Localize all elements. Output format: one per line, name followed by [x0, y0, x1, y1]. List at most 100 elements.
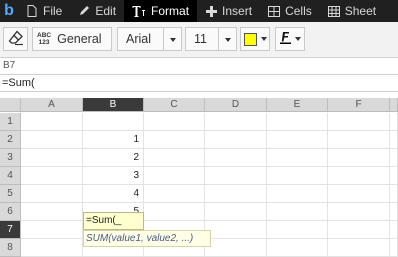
clear-format-button[interactable] [3, 27, 28, 51]
chevron-down-icon [294, 37, 301, 41]
cell-reference[interactable]: B7 [0, 58, 398, 74]
menu-bar: b File Edit Format Insert Cells Sheet [0, 0, 398, 22]
column-header-g[interactable] [390, 98, 398, 112]
grid-cell[interactable]: 3 [83, 167, 144, 185]
grid-cell[interactable] [390, 113, 398, 131]
cell-editor[interactable]: =Sum(_ [83, 212, 144, 230]
tab-insert[interactable]: Insert [197, 0, 260, 22]
font-color-button[interactable] [275, 27, 305, 51]
grid-cell[interactable] [390, 149, 398, 167]
app-logo[interactable]: b [0, 0, 18, 22]
row-header-2[interactable]: 2 [0, 131, 21, 149]
tab-file[interactable]: File [18, 0, 70, 22]
select-all-corner[interactable] [0, 98, 21, 112]
grid-cell[interactable] [390, 221, 398, 239]
grid-cell[interactable] [205, 113, 267, 131]
grid-cell[interactable] [390, 167, 398, 185]
column-header-c[interactable]: C [144, 98, 205, 112]
grid-cell[interactable] [205, 203, 267, 221]
grid-cell[interactable] [205, 185, 267, 203]
formula-input[interactable]: =Sum( [0, 74, 398, 92]
eraser-icon [8, 30, 24, 49]
grid-cell[interactable]: 4 [83, 185, 144, 203]
grid-cell[interactable] [267, 221, 328, 239]
row-header-3[interactable]: 3 [0, 149, 21, 167]
number-format-button[interactable]: ABC 123 General [32, 27, 112, 51]
tab-format-label: Format [151, 4, 190, 18]
grid-cell[interactable] [21, 131, 83, 149]
grid-cell[interactable] [328, 185, 390, 203]
font-size-select[interactable]: 11 [185, 27, 237, 51]
tab-format[interactable]: Format [124, 0, 198, 22]
number-format-icon: ABC 123 [37, 32, 52, 46]
grid-cell[interactable] [21, 167, 83, 185]
row-header-5[interactable]: 5 [0, 185, 21, 203]
column-header-a[interactable]: A [21, 98, 83, 112]
grid-cell[interactable] [21, 113, 83, 131]
row-header-4[interactable]: 4 [0, 167, 21, 185]
row-header-8[interactable]: 8 [0, 239, 21, 257]
grid-cell[interactable] [21, 221, 83, 239]
format-toolbar: ABC 123 General Arial 11 [0, 22, 398, 58]
grid-cell[interactable] [328, 221, 390, 239]
tab-edit[interactable]: Edit [70, 0, 124, 22]
row-header-7[interactable]: 7 [0, 221, 21, 239]
fill-color-button[interactable] [240, 27, 270, 51]
chevron-down-icon [170, 38, 176, 42]
row-header-1[interactable]: 1 [0, 113, 21, 131]
grid-cell[interactable] [21, 203, 83, 221]
grid-cell[interactable] [21, 185, 83, 203]
font-family-value: Arial [126, 32, 152, 46]
grid-cell[interactable] [144, 131, 205, 149]
tab-file-label: File [43, 4, 63, 18]
grid-cell[interactable] [328, 113, 390, 131]
number-format-label: General [57, 32, 102, 46]
grid-cell[interactable] [390, 239, 398, 257]
column-header-d[interactable]: D [205, 98, 267, 112]
grid-cell[interactable] [328, 131, 390, 149]
column-header-e[interactable]: E [267, 98, 328, 112]
grid-cell[interactable] [267, 185, 328, 203]
grid-cell[interactable] [21, 149, 83, 167]
grid-cell[interactable] [205, 131, 267, 149]
tab-edit-label: Edit [95, 4, 117, 18]
column-header-f[interactable]: F [328, 98, 390, 112]
grid-cell[interactable] [21, 239, 83, 257]
grid-cell[interactable] [144, 149, 205, 167]
grid-cell[interactable] [328, 149, 390, 167]
grid-cell[interactable] [144, 167, 205, 185]
grid-cell[interactable]: 1 [83, 131, 144, 149]
grid-cell[interactable] [267, 239, 328, 257]
grid-cell[interactable] [205, 149, 267, 167]
grid-cell[interactable] [267, 167, 328, 185]
pencil-icon [78, 5, 90, 17]
grid-cell[interactable] [328, 167, 390, 185]
grid-cell[interactable]: 2 [83, 149, 144, 167]
grid-cell[interactable] [83, 113, 144, 131]
grid-cell[interactable] [205, 239, 267, 257]
grid-cell[interactable] [390, 131, 398, 149]
tab-sheet[interactable]: Sheet [320, 0, 384, 22]
file-icon [26, 5, 38, 17]
grid-cell[interactable] [144, 113, 205, 131]
column-header-b[interactable]: B [83, 98, 144, 112]
grid-cell[interactable] [144, 203, 205, 221]
grid-cell[interactable] [144, 185, 205, 203]
function-hint-tooltip: SUM(value1, value2, ...) [83, 230, 211, 247]
tab-cells[interactable]: Cells [260, 0, 320, 22]
grid-cell[interactable] [328, 239, 390, 257]
grid-cell[interactable] [267, 131, 328, 149]
font-family-select[interactable]: Arial [117, 27, 182, 51]
text-format-icon [132, 5, 146, 17]
grid-cell[interactable] [267, 203, 328, 221]
cells-grid-icon [268, 5, 281, 17]
grid-cell[interactable] [267, 113, 328, 131]
grid-cell[interactable] [328, 203, 390, 221]
grid-cell[interactable] [267, 149, 328, 167]
grid-cell[interactable] [205, 221, 267, 239]
row-header-6[interactable]: 6 [0, 203, 21, 221]
grid-cell[interactable] [390, 185, 398, 203]
grid-cell[interactable] [205, 167, 267, 185]
sheet-grid-icon [327, 5, 340, 17]
grid-cell[interactable] [390, 203, 398, 221]
